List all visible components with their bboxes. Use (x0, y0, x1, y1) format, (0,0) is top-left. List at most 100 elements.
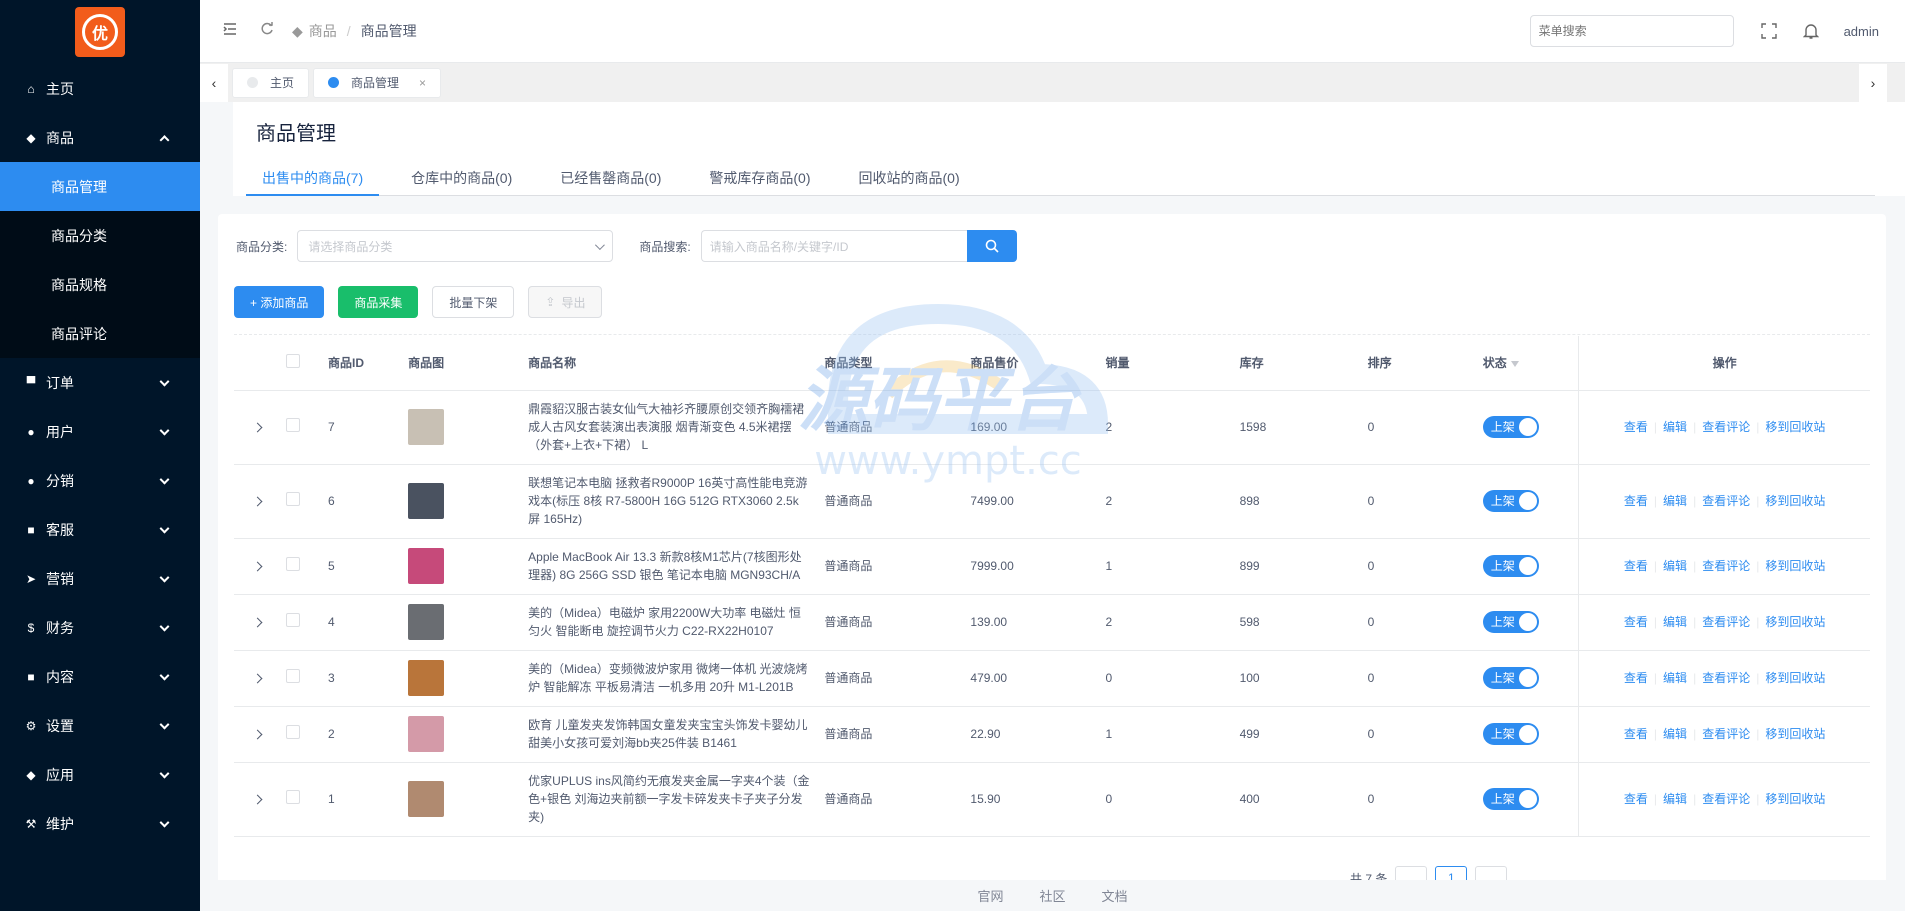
view-button[interactable]: 查看 (1624, 494, 1648, 508)
search-button[interactable] (966, 230, 1017, 262)
expand-row-icon[interactable] (252, 617, 263, 628)
edit-button[interactable]: 编辑 (1663, 615, 1687, 629)
add-product-button[interactable]: + 添加商品 (234, 286, 325, 318)
sidebar-item-6[interactable]: ➤ 营销 (0, 554, 200, 603)
view-button[interactable]: 查看 (1624, 671, 1648, 685)
sidebar-item-11[interactable]: ⚒ 维护 (0, 799, 200, 848)
row-checkbox[interactable] (286, 789, 301, 804)
sidebar-item-4[interactable]: ● 分销 (0, 456, 200, 505)
view-comments-button[interactable]: 查看评论 (1702, 559, 1750, 573)
view-comments-button[interactable]: 查看评论 (1702, 615, 1750, 629)
status-toggle[interactable]: 上架 (1482, 723, 1539, 745)
sidebar-item-7[interactable]: $ 财务 (0, 603, 200, 652)
view-button[interactable]: 查看 (1624, 615, 1648, 629)
status-toggle[interactable]: 上架 (1482, 555, 1539, 577)
row-checkbox[interactable] (286, 417, 301, 432)
status-toggle[interactable]: 上架 (1482, 611, 1539, 633)
batch-off-shelf-button[interactable]: 批量下架 (432, 286, 515, 318)
sidebar-item-3[interactable]: ● 用户 (0, 407, 200, 456)
page-tab-product-management[interactable]: 商品管理 × (313, 67, 442, 98)
expand-row-icon[interactable] (252, 496, 263, 507)
status-toggle[interactable]: 上架 (1482, 667, 1539, 689)
product-search-input[interactable]: 请输入商品名称/关键字/ID (700, 230, 967, 262)
footer-link-docs[interactable]: 文档 (1102, 886, 1128, 905)
view-button[interactable]: 查看 (1624, 420, 1648, 434)
tabs-scroll-left-icon[interactable]: ‹ (200, 63, 228, 102)
tabs-scroll-right-icon[interactable]: › (1859, 64, 1887, 102)
status-toggle[interactable]: 上架 (1482, 490, 1539, 512)
sidebar-item-10[interactable]: ◆ 应用 (0, 750, 200, 799)
tab-status-3[interactable]: 警戒库存商品(0) (693, 160, 826, 196)
footer-link-official[interactable]: 官网 (977, 886, 1003, 905)
page-tab-home[interactable]: 主页 (232, 67, 310, 98)
product-thumbnail[interactable] (408, 781, 445, 817)
move-to-recycle-button[interactable]: 移到回收站 (1765, 420, 1825, 434)
expand-row-icon[interactable] (252, 729, 263, 740)
logo[interactable]: 优 (0, 0, 200, 64)
notification-bell-icon[interactable] (1802, 22, 1820, 40)
product-thumbnail[interactable] (408, 483, 445, 519)
footer-link-community[interactable]: 社区 (1039, 886, 1065, 905)
sidebar-subitem-0[interactable]: 商品管理 (0, 162, 200, 211)
sidebar-subitem-3[interactable]: 商品评论 (0, 309, 200, 358)
move-to-recycle-button[interactable]: 移到回收站 (1765, 494, 1825, 508)
view-button[interactable]: 查看 (1624, 792, 1648, 806)
edit-button[interactable]: 编辑 (1663, 727, 1687, 741)
category-select[interactable]: 请选择商品分类 (297, 230, 614, 262)
status-toggle[interactable]: 上架 (1482, 416, 1539, 438)
edit-button[interactable]: 编辑 (1663, 420, 1687, 434)
sidebar-item-0[interactable]: ⌂ 主页 (0, 64, 200, 113)
product-thumbnail[interactable] (408, 409, 445, 445)
move-to-recycle-button[interactable]: 移到回收站 (1765, 559, 1825, 573)
move-to-recycle-button[interactable]: 移到回收站 (1765, 792, 1825, 806)
move-to-recycle-button[interactable]: 移到回收站 (1765, 727, 1825, 741)
edit-button[interactable]: 编辑 (1663, 671, 1687, 685)
collect-product-button[interactable]: 商品采集 (338, 286, 419, 318)
sidebar-subitem-2[interactable]: 商品规格 (0, 260, 200, 309)
breadcrumb-item-shop[interactable]: 商品 (309, 21, 337, 41)
sidebar-item-5[interactable]: ■ 客服 (0, 505, 200, 554)
view-button[interactable]: 查看 (1624, 559, 1648, 573)
view-comments-button[interactable]: 查看评论 (1702, 727, 1750, 741)
select-all-checkbox[interactable] (286, 354, 301, 369)
expand-row-icon[interactable] (252, 794, 263, 805)
status-toggle[interactable]: 上架 (1482, 788, 1539, 810)
edit-button[interactable]: 编辑 (1663, 559, 1687, 573)
sidebar-item-2[interactable]: ▀ 订单 (0, 358, 200, 407)
product-thumbnail[interactable] (408, 716, 445, 752)
product-thumbnail[interactable] (408, 548, 445, 584)
row-checkbox[interactable] (286, 491, 301, 506)
row-checkbox[interactable] (286, 724, 301, 739)
collapse-menu-icon[interactable] (222, 21, 238, 42)
user-name[interactable]: admin (1844, 24, 1879, 39)
view-button[interactable]: 查看 (1624, 727, 1648, 741)
menu-search-input[interactable] (1529, 15, 1734, 47)
filter-icon[interactable] (1510, 361, 1519, 368)
view-comments-button[interactable]: 查看评论 (1702, 420, 1750, 434)
sidebar-item-8[interactable]: ■ 内容 (0, 652, 200, 701)
sidebar-item-9[interactable]: ⚙ 设置 (0, 701, 200, 750)
col-select-all[interactable] (286, 336, 329, 391)
export-button[interactable]: ⇪ 导出 (528, 286, 603, 318)
tab-status-0[interactable]: 出售中的商品(7) (246, 160, 380, 196)
product-thumbnail[interactable] (408, 604, 445, 640)
product-thumbnail[interactable] (408, 660, 445, 696)
view-comments-button[interactable]: 查看评论 (1702, 792, 1750, 806)
view-comments-button[interactable]: 查看评论 (1702, 494, 1750, 508)
row-checkbox[interactable] (286, 612, 301, 627)
fullscreen-icon[interactable] (1760, 22, 1778, 40)
view-comments-button[interactable]: 查看评论 (1702, 671, 1750, 685)
move-to-recycle-button[interactable]: 移到回收站 (1765, 671, 1825, 685)
expand-row-icon[interactable] (252, 561, 263, 572)
tab-status-4[interactable]: 回收站的商品(0) (843, 160, 976, 196)
sidebar-subitem-1[interactable]: 商品分类 (0, 211, 200, 260)
expand-row-icon[interactable] (252, 422, 263, 433)
tab-status-1[interactable]: 仓库中的商品(0) (395, 160, 528, 196)
tab-status-2[interactable]: 已经售罄商品(0) (544, 160, 677, 196)
row-checkbox[interactable] (286, 668, 301, 683)
refresh-icon[interactable] (260, 21, 274, 41)
close-tab-icon[interactable]: × (419, 76, 426, 90)
sidebar-item-1[interactable]: ◆ 商品 (0, 113, 200, 162)
edit-button[interactable]: 编辑 (1663, 792, 1687, 806)
edit-button[interactable]: 编辑 (1663, 494, 1687, 508)
